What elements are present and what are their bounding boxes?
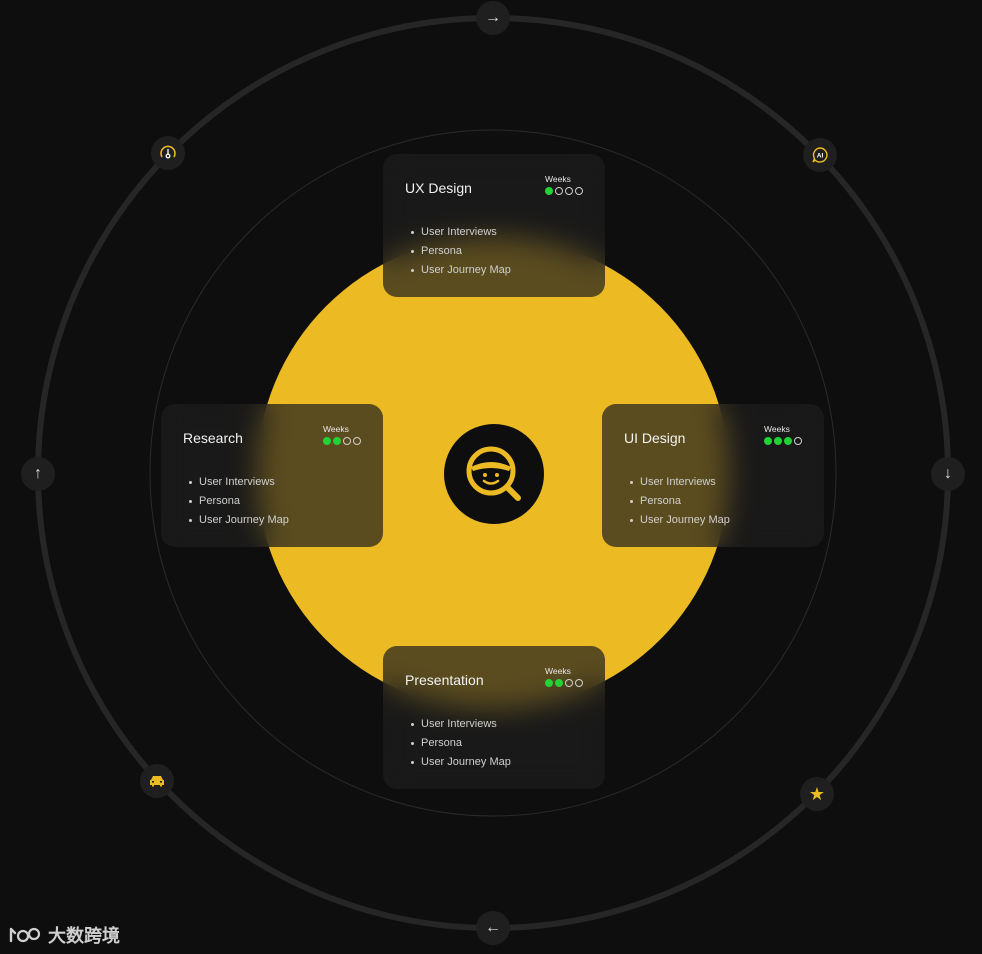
list-item: Persona xyxy=(189,492,289,511)
week-dot-complete xyxy=(774,437,782,445)
ai-chat-icon[interactable]: AI xyxy=(803,138,837,172)
weeks-dots xyxy=(545,679,583,687)
list-item: Persona xyxy=(411,734,511,753)
arrow-down-icon[interactable]: ↓ xyxy=(931,457,965,491)
card-item-list: User Interviews Persona User Journey Map xyxy=(411,715,511,772)
list-item: User Journey Map xyxy=(630,511,730,530)
list-item: User Interviews xyxy=(411,715,511,734)
watermark: 大数跨境 xyxy=(8,922,120,948)
svg-text:AI: AI xyxy=(817,153,824,160)
list-item: User Journey Map xyxy=(411,261,511,280)
weeks-indicator: Weeks xyxy=(545,666,583,687)
week-dot-pending xyxy=(353,437,361,445)
arrow-left-icon[interactable]: ← xyxy=(476,911,510,945)
list-item: User Interviews xyxy=(189,473,289,492)
week-dot-pending xyxy=(575,679,583,687)
card-research[interactable]: Research Weeks User Interviews Persona U… xyxy=(161,404,383,547)
weeks-label: Weeks xyxy=(323,424,349,434)
weeks-label: Weeks xyxy=(545,174,571,184)
week-dot-complete xyxy=(764,437,772,445)
weeks-label: Weeks xyxy=(545,666,571,676)
week-dot-pending xyxy=(794,437,802,445)
week-dot-complete xyxy=(555,679,563,687)
week-dot-pending xyxy=(343,437,351,445)
list-item: User Journey Map xyxy=(189,511,289,530)
weeks-dots xyxy=(764,437,802,445)
list-item: Persona xyxy=(411,242,511,261)
card-title: Presentation xyxy=(405,672,484,688)
week-dot-pending xyxy=(555,187,563,195)
week-dot-pending xyxy=(575,187,583,195)
card-ui-design[interactable]: UI Design Weeks User Interviews Persona … xyxy=(602,404,824,547)
arrow-up-icon[interactable]: ↑ xyxy=(21,457,55,491)
center-badge xyxy=(444,424,544,524)
week-dot-complete xyxy=(333,437,341,445)
week-dot-complete xyxy=(545,187,553,195)
steering-search-icon xyxy=(466,446,521,501)
card-item-list: User Interviews Persona User Journey Map xyxy=(630,473,730,530)
car-icon[interactable] xyxy=(140,764,174,798)
week-dot-complete xyxy=(323,437,331,445)
gauge-icon[interactable] xyxy=(151,136,185,170)
weeks-indicator: Weeks xyxy=(545,174,583,195)
card-title: UI Design xyxy=(624,430,686,446)
list-item: Persona xyxy=(630,492,730,511)
list-item: User Interviews xyxy=(411,223,511,242)
weeks-dots xyxy=(323,437,361,445)
list-item: User Interviews xyxy=(630,473,730,492)
card-title: Research xyxy=(183,430,243,446)
card-item-list: User Interviews Persona User Journey Map xyxy=(411,223,511,280)
week-dot-complete xyxy=(545,679,553,687)
card-title: UX Design xyxy=(405,180,472,196)
watermark-text: 大数跨境 xyxy=(48,926,120,946)
card-ux-design[interactable]: UX Design Weeks User Interviews Persona … xyxy=(383,154,605,297)
watermark-logo-icon xyxy=(9,927,41,943)
week-dot-pending xyxy=(565,679,573,687)
car-icon-glyph xyxy=(150,776,164,787)
arrow-right-icon[interactable]: → xyxy=(476,1,510,35)
week-dot-complete xyxy=(784,437,792,445)
card-presentation[interactable]: Presentation Weeks User Interviews Perso… xyxy=(383,646,605,789)
star-icon[interactable]: ★ xyxy=(800,777,834,811)
list-item: User Journey Map xyxy=(411,753,511,772)
ai-chat-icon-glyph: AI xyxy=(812,147,828,163)
weeks-indicator: Weeks xyxy=(323,424,361,445)
weeks-dots xyxy=(545,187,583,195)
gauge-icon-glyph xyxy=(160,145,176,159)
weeks-label: Weeks xyxy=(764,424,790,434)
card-item-list: User Interviews Persona User Journey Map xyxy=(189,473,289,530)
weeks-indicator: Weeks xyxy=(764,424,802,445)
week-dot-pending xyxy=(565,187,573,195)
